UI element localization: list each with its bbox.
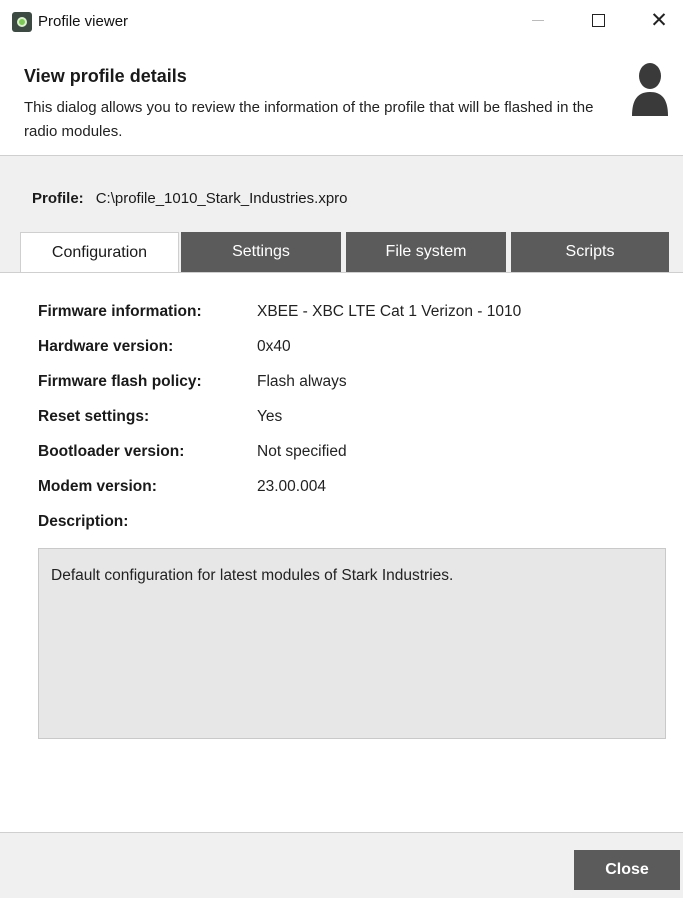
profile-path: C:\profile_1010_Stark_Industries.xpro — [95, 190, 348, 207]
tab-settings[interactable]: Settings — [181, 232, 341, 272]
minimize-button[interactable] — [515, 0, 561, 40]
modem-version-label: Modem version: — [38, 478, 157, 495]
bootloader-version-value: Not specified — [257, 443, 347, 460]
title-bar: Profile viewer ✕ — [0, 0, 683, 46]
header-title: View profile details — [24, 66, 187, 86]
maximize-icon — [591, 13, 605, 27]
firmware-information-label: Firmware information: — [38, 303, 202, 320]
close-button[interactable]: Close — [574, 850, 680, 890]
reset-settings-label: Reset settings: — [38, 408, 150, 425]
description-label: Description: — [38, 513, 129, 530]
header-description: This dialog allows you to review the inf… — [24, 99, 594, 140]
modem-version-value: 23.00.004 — [257, 478, 326, 495]
close-icon: ✕ — [650, 8, 668, 32]
user-icon — [632, 63, 668, 116]
bootloader-version-label: Bootloader version: — [38, 443, 185, 460]
hardware-version-value: 0x40 — [257, 338, 291, 355]
description-textarea[interactable]: Default configuration for latest modules… — [38, 548, 666, 739]
tab-file-system[interactable]: File system — [346, 232, 506, 272]
profile-viewer-window: Profile viewer ✕ View profile details Th… — [0, 0, 683, 898]
close-window-button[interactable]: ✕ — [636, 0, 682, 40]
hardware-version-label: Hardware version: — [38, 338, 174, 355]
window-title: Profile viewer — [38, 13, 129, 30]
profile-label: Profile: — [32, 190, 84, 207]
profile-row: Profile: C:\profile_1010_Stark_Industries… — [32, 190, 348, 207]
minimize-icon — [532, 19, 544, 21]
dialog-header: View profile details This dialog allows … — [0, 46, 683, 156]
tab-configuration[interactable]: Configuration — [20, 232, 179, 273]
firmware-information-value: XBEE - XBC LTE Cat 1 Verizon - 1010 — [257, 303, 522, 320]
firmware-flash-policy-value: Flash always — [257, 373, 347, 390]
firmware-flash-policy-label: Firmware flash policy: — [38, 373, 202, 390]
tab-scripts[interactable]: Scripts — [511, 232, 669, 272]
app-gear-icon — [12, 12, 32, 32]
maximize-button[interactable] — [575, 0, 621, 40]
reset-settings-value: Yes — [257, 408, 283, 425]
